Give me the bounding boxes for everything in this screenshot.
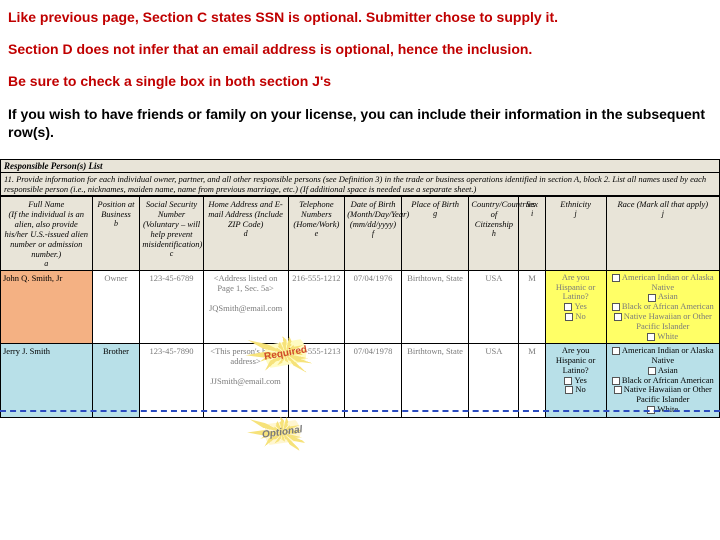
cell-pob: Birthtown, State <box>401 270 469 343</box>
col-citizenship: Country/Countries of Citizenshiph <box>469 196 519 270</box>
checkbox-icon[interactable] <box>614 386 622 394</box>
cell-ethnicity: Are you Hispanic or Latino? Yes No <box>545 270 606 343</box>
cell-race: American Indian or Alaska Native Asian B… <box>606 270 719 343</box>
col-race: Race (Mark all that apply)j <box>606 196 719 270</box>
col-pob: Place of Birthg <box>401 196 469 270</box>
checkbox-icon[interactable] <box>614 313 622 321</box>
responsible-persons-table: Full Name(If the individual is an alien,… <box>0 196 720 418</box>
checkbox-icon[interactable] <box>612 377 620 385</box>
cell-name: Jerry J. Smith <box>1 344 93 417</box>
col-dob: Date of Birth (Month/Day/Year)(mm/dd/yyy… <box>345 196 402 270</box>
instruction-line-4: If you wish to have friends or family on… <box>8 105 712 141</box>
cell-pob: Birthtown, State <box>401 344 469 417</box>
checkbox-icon[interactable] <box>612 274 620 282</box>
instruction-line-2: Section D does not infer that an email a… <box>8 40 712 58</box>
col-address: Home Address and E-mail Address (Include… <box>203 196 288 270</box>
col-fullname: Full Name(If the individual is an alien,… <box>1 196 93 270</box>
cell-ssn: 123-45-7890 <box>140 344 203 417</box>
cell-position: Owner <box>92 270 140 343</box>
col-ssn: Social Security Number(Voluntary – will … <box>140 196 203 270</box>
checkbox-icon[interactable] <box>612 303 620 311</box>
checkbox-icon[interactable] <box>564 303 572 311</box>
cell-ethnicity: Are you Hispanic or Latino? Yes No <box>545 344 606 417</box>
instruction-line-3: Be sure to check a single box in both se… <box>8 72 712 90</box>
checkbox-icon[interactable] <box>564 377 572 385</box>
cell-name: John Q. Smith, Jr <box>1 270 93 343</box>
table-row: Jerry J. Smith Brother 123-45-7890 <This… <box>1 344 720 417</box>
optional-callout: Optional <box>251 418 314 447</box>
checkbox-icon[interactable] <box>647 333 655 341</box>
checkbox-icon[interactable] <box>565 386 573 394</box>
instruction-line-1: Like previous page, Section C states SSN… <box>8 8 712 26</box>
cell-race: American Indian or Alaska Native Asian B… <box>606 344 719 417</box>
col-ethnicity: Ethnicityj <box>545 196 606 270</box>
table-row: John Q. Smith, Jr Owner 123-45-6789 <Add… <box>1 270 720 343</box>
cell-position: Brother <box>92 344 140 417</box>
table-header-row: Full Name(If the individual is an alien,… <box>1 196 720 270</box>
cell-sex: M <box>519 344 545 417</box>
dashed-divider <box>0 410 720 412</box>
cell-dob: 07/04/1978 <box>345 344 402 417</box>
cell-address: <Address listed on Page 1, Sec. 5a>JQSmi… <box>203 270 288 343</box>
cell-sex: M <box>519 270 545 343</box>
cell-citizenship: USA <box>469 344 519 417</box>
cell-ssn: 123-45-6789 <box>140 270 203 343</box>
cell-dob: 07/04/1976 <box>345 270 402 343</box>
col-telephone: Telephone Numbers (Home/Work)e <box>288 196 345 270</box>
cell-telephone: 216-555-1212 <box>288 270 345 343</box>
section-subhead: 11. Provide information for each individ… <box>0 173 720 196</box>
instruction-block: Like previous page, Section C states SSN… <box>0 0 720 159</box>
col-position: Position at Businessb <box>92 196 140 270</box>
section-title: Responsible Person(s) List <box>0 159 720 173</box>
cell-citizenship: USA <box>469 270 519 343</box>
checkbox-icon[interactable] <box>612 347 620 355</box>
checkbox-icon[interactable] <box>565 313 573 321</box>
